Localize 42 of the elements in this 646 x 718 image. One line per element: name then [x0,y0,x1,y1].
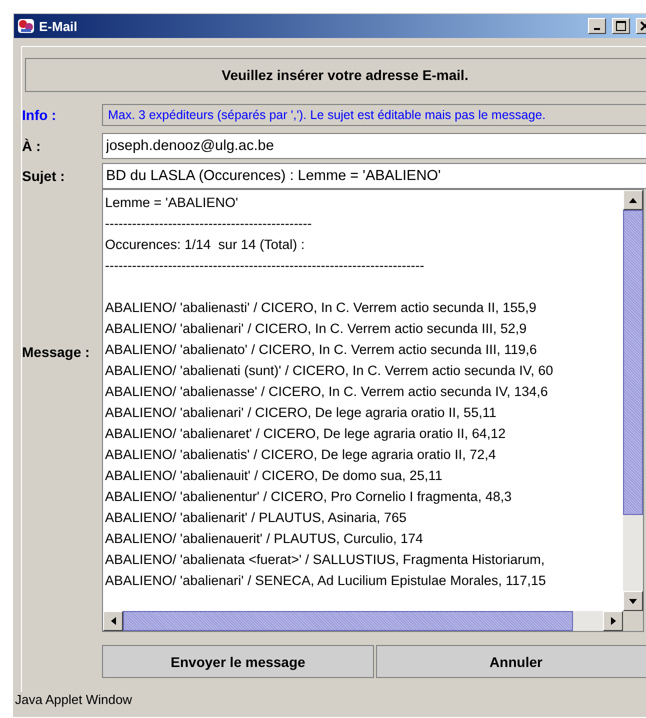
message-line: ABALIENO/ 'abalienari' / SENECA, Ad Lucilium Epistulae Morales, 117,15 [105,572,547,590]
send-button[interactable]: Envoyer le message [102,645,374,678]
message-line: ---------------------------------------------- [105,215,313,233]
subject-label: Sujet : [22,167,66,186]
message-line: ABALIENO/ 'abalienato' / CICERO, In C. Verrem actio secunda III, 119,6 [105,341,538,359]
vertical-scrollbar[interactable] [623,190,643,611]
message-line: ABALIENO/ 'abalienentur' / CICERO, Pro Cornelio I fragmenta, 48,3 [105,488,513,506]
message-line: ABALIENO/ 'abalienatis' / CICERO, De lege agraria oratio II, 72,4 [105,446,497,464]
subject-field[interactable]: BD du LASLA (Occurences) : Lemme = 'ABALIENO' [102,163,646,189]
app-icon [17,18,35,34]
message-line: Occurences: 1/14 sur 14 (Total) : [105,236,306,254]
left-arrow-icon [110,616,116,626]
message-line: ABALIENO/ 'abalienati (sunt)' / CICERO, In C. Verrem actio secunda IV, 60 [105,362,554,380]
message-line: ABALIENO/ 'abalienari' / CICERO, In C. Verrem actio secunda III, 52,9 [105,320,528,338]
message-line: ABALIENO/ 'abalienata <fuerat>' / SALLUSTIUS, Fragmenta Historiarum, [105,551,546,569]
info-text: Max. 3 expéditeurs (séparés par ','). Le sujet est éditable mais pas le message. [102,104,646,126]
message-line: ABALIENO/ 'abalienasti' / CICERO, In C. Verrem actio secunda II, 155,9 [105,299,538,317]
maximize-button[interactable] [612,18,630,34]
message-line: Lemme = 'ABALIENO' [105,194,240,212]
minimize-icon [594,28,600,30]
down-arrow-icon [628,598,638,604]
to-field[interactable]: joseph.denooz@ulg.ac.be [102,133,646,159]
info-label: Info : [22,106,58,125]
message-line: ABALIENO/ 'abalienasse' / CICERO, In C. Verrem actio secunda IV, 134,6 [105,383,549,401]
message-line: ----------------------------------------------------------------------- [105,257,426,275]
message-line: ABALIENO/ 'abalienarit' / PLAUTUS, Asinaria, 765 [105,509,408,527]
window-title: E-Mail [39,18,78,34]
maximize-icon [616,21,626,31]
to-label: À : [22,137,42,156]
message-label: Message : [22,343,91,362]
up-arrow-icon [628,196,638,204]
message-line: ABALIENO/ 'abalienari' / CICERO, De lege agraria oratio II, 55,11 [105,404,498,422]
message-line: ABALIENO/ 'abalienaret' / CICERO, De lege agraria oratio II, 64,12 [105,425,507,443]
horizontal-scrollbar[interactable] [103,611,623,631]
status-text: Java Applet Window [15,692,134,707]
message-line: ABALIENO/ 'abalienauit' / CICERO, De domo sua, 25,11 [105,467,444,485]
message-line: ABALIENO/ 'abalienauerit' / PLAUTUS, Curculio, 174 [105,530,424,548]
scrollbar-corner [623,611,643,631]
cancel-button[interactable]: Annuler [376,645,646,678]
instruction-banner: Veuillez insérer votre adresse E-mail. [25,58,646,92]
right-arrow-icon [610,616,616,626]
minimize-button[interactable] [588,18,606,34]
